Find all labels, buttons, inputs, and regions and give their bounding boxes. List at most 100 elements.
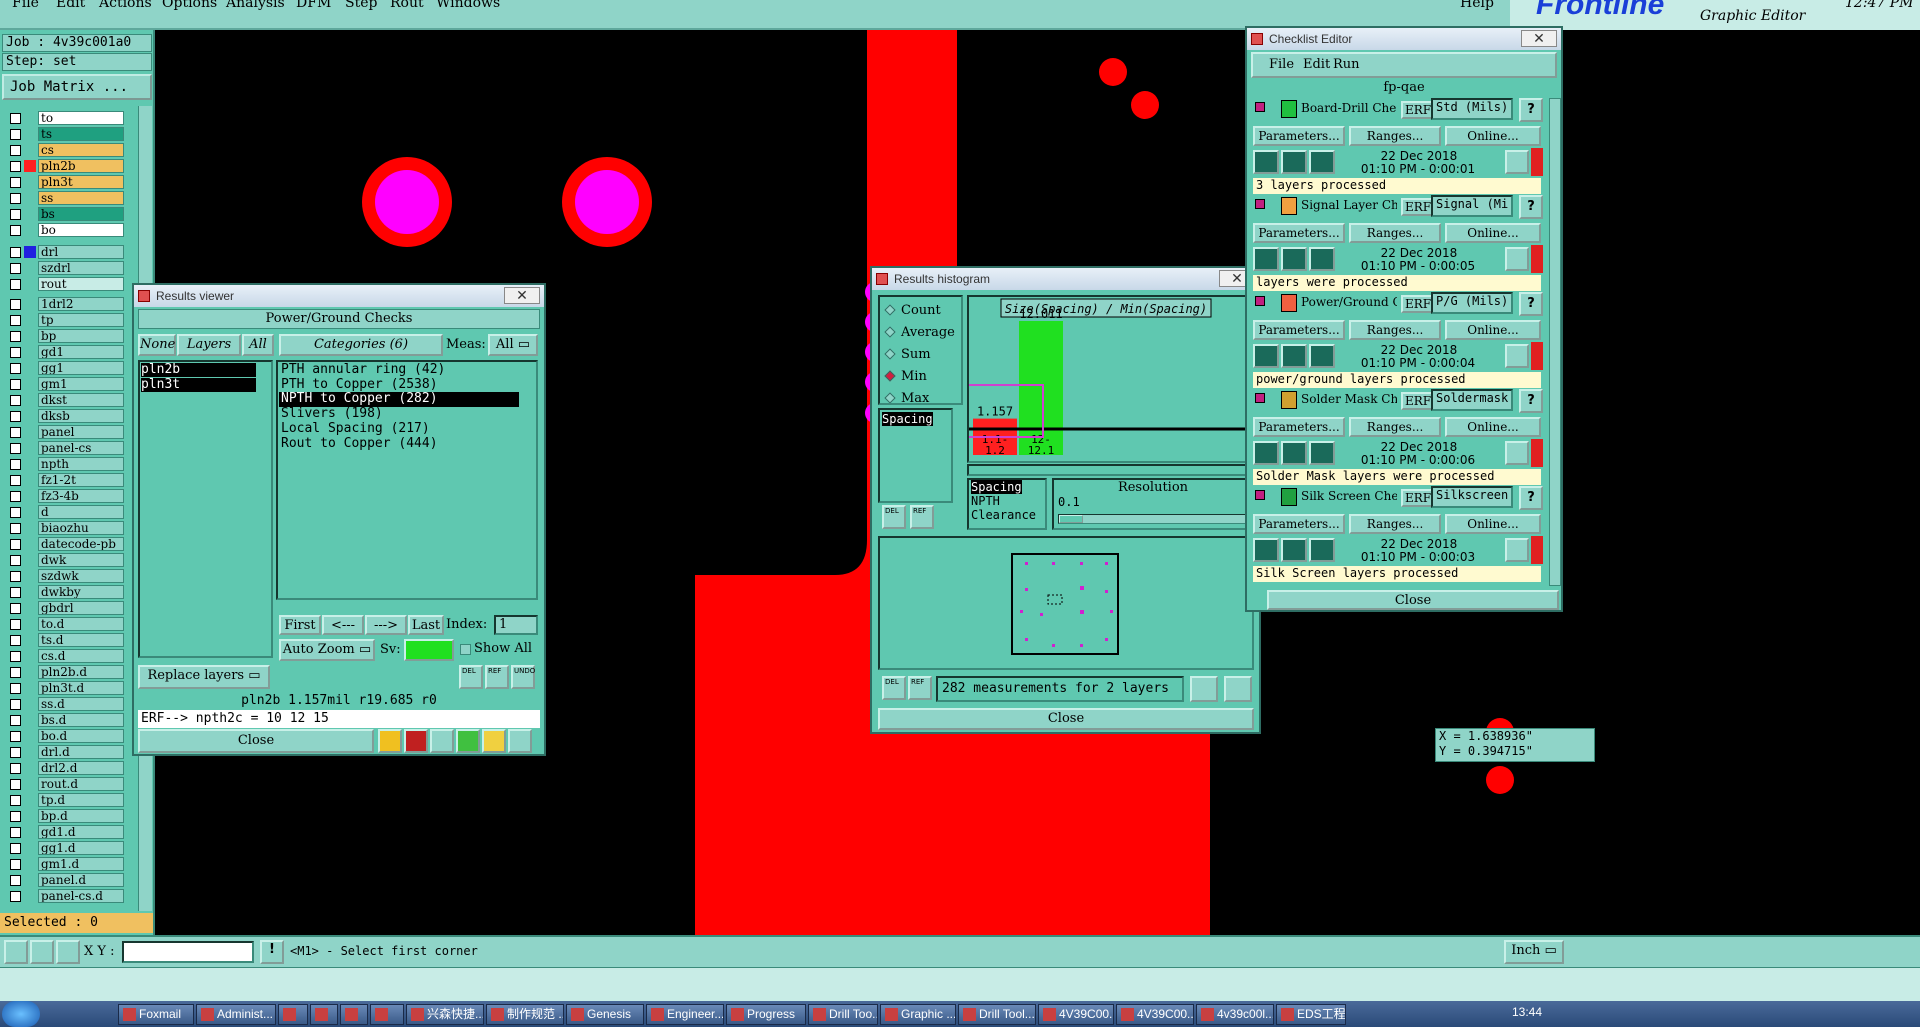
layer-checkbox[interactable] xyxy=(10,426,21,438)
category-item[interactable]: Rout to Copper (444) xyxy=(279,436,519,452)
layer-checkbox[interactable] xyxy=(10,746,21,758)
layer-color-swatch[interactable] xyxy=(24,506,36,518)
layer-checkbox[interactable] xyxy=(10,570,21,582)
ranges-button[interactable]: Ranges... xyxy=(1349,417,1441,437)
layer-checkbox[interactable] xyxy=(10,762,21,774)
replace-layers-dropdown[interactable]: Replace layers ▭ xyxy=(138,665,270,689)
online-button[interactable]: Online... xyxy=(1445,320,1541,340)
layer-checkbox[interactable] xyxy=(10,890,21,902)
taskbar-item[interactable]: Engineer... xyxy=(646,1004,724,1025)
del-button[interactable]: DEL xyxy=(882,505,906,529)
layer-checkbox[interactable] xyxy=(10,794,21,806)
run-step-icon[interactable] xyxy=(1309,441,1335,465)
layers-listbox[interactable]: pln2b pln3t xyxy=(138,360,273,658)
layer-name[interactable]: drl.d xyxy=(38,745,124,759)
layer-name[interactable]: panel-cs.d xyxy=(38,889,124,903)
layer-name[interactable]: gg1.d xyxy=(38,841,124,855)
category-item[interactable]: Local Spacing (217) xyxy=(279,421,519,437)
category-item[interactable]: Slivers (198) xyxy=(279,406,519,422)
run-step-icon[interactable] xyxy=(1309,247,1335,271)
category-item[interactable]: PTH annular ring (42) xyxy=(279,362,519,378)
run-all-icon[interactable] xyxy=(1281,441,1307,465)
parameters-button[interactable]: Parameters... xyxy=(1253,320,1345,340)
severity-color-dropdown[interactable] xyxy=(404,639,454,661)
layer-color-swatch[interactable] xyxy=(24,538,36,550)
layer-row[interactable]: rout.d xyxy=(4,776,126,792)
ref-button[interactable]: REF xyxy=(485,665,509,689)
layer-checkbox[interactable] xyxy=(10,346,21,358)
close-button[interactable]: Close xyxy=(878,708,1254,730)
run-all-icon[interactable] xyxy=(1281,247,1307,271)
menu-analysis[interactable]: Analysis xyxy=(226,0,285,11)
layer-checkbox[interactable] xyxy=(10,874,21,886)
layer-name[interactable]: bo.d xyxy=(38,729,124,743)
layer-row[interactable]: szdwk xyxy=(4,568,126,584)
layer-row[interactable]: datecode-pb xyxy=(4,536,126,552)
layer-name[interactable]: panel-cs xyxy=(38,441,124,455)
layer-color-swatch[interactable] xyxy=(24,246,36,258)
snap-icon[interactable] xyxy=(4,940,28,964)
layer-checkbox[interactable] xyxy=(10,278,21,290)
layer-checkbox[interactable] xyxy=(10,826,21,838)
category-item[interactable]: NPTH to Copper (282) xyxy=(279,392,519,408)
layer-color-swatch[interactable] xyxy=(24,874,36,886)
layer-checkbox[interactable] xyxy=(10,730,21,742)
layer-color-swatch[interactable] xyxy=(24,314,36,326)
layer-checkbox[interactable] xyxy=(10,522,21,534)
stat-radio-average[interactable]: Average xyxy=(884,323,955,341)
layer-checkbox[interactable] xyxy=(10,810,21,822)
layer-name[interactable]: drl xyxy=(38,245,124,259)
run-icon[interactable] xyxy=(1253,247,1279,271)
online-button[interactable]: Online... xyxy=(1445,514,1541,534)
layer-row[interactable]: ts xyxy=(4,126,126,142)
erf-dropdown[interactable]: Signal (Mi xyxy=(1431,195,1513,217)
layer-checkbox[interactable] xyxy=(10,618,21,630)
ref-button[interactable]: REF xyxy=(908,676,932,700)
taskbar-item[interactable]: Administ... xyxy=(196,1004,276,1025)
action-label[interactable]: Board-Drill Che xyxy=(1301,101,1397,115)
last-button[interactable]: Last xyxy=(408,615,444,635)
action-flag-icon[interactable] xyxy=(1255,296,1265,306)
layer-checkbox[interactable] xyxy=(10,394,21,406)
resolution-slider[interactable] xyxy=(1058,514,1248,524)
layer-color-swatch[interactable] xyxy=(24,176,36,188)
layer-checkbox[interactable] xyxy=(10,208,21,220)
taskbar-item[interactable]: 制作规范 ... xyxy=(486,1004,564,1025)
layer-row[interactable]: drl xyxy=(4,244,126,260)
ranges-button[interactable]: Ranges... xyxy=(1349,126,1441,146)
next-button[interactable]: ---> xyxy=(365,615,407,635)
layer-name[interactable]: tp xyxy=(38,313,124,327)
layer-name[interactable]: cs xyxy=(38,143,124,157)
layer-checkbox[interactable] xyxy=(10,602,21,614)
layer-checkbox[interactable] xyxy=(10,474,21,486)
help-icon[interactable]: ? xyxy=(1519,98,1543,122)
layer-name[interactable]: gbdrl xyxy=(38,601,124,615)
layer-checkbox[interactable] xyxy=(10,858,21,870)
layer-row[interactable]: rout xyxy=(4,276,126,292)
layer-color-swatch[interactable] xyxy=(24,474,36,486)
menu-actions[interactable]: Actions xyxy=(99,0,152,11)
parameters-button[interactable]: Parameters... xyxy=(1253,223,1345,243)
action-label[interactable]: Power/Ground C xyxy=(1301,295,1397,309)
layer-name[interactable]: 1drl2 xyxy=(38,297,124,311)
layer-name[interactable]: gg1 xyxy=(38,361,124,375)
layer-checkbox[interactable] xyxy=(10,160,21,172)
layer-row[interactable]: pln3t xyxy=(4,174,126,190)
layer-checkbox[interactable] xyxy=(10,246,21,258)
info-icon[interactable]: ! xyxy=(260,940,284,964)
layer-row[interactable]: szdrl xyxy=(4,260,126,276)
layer-row[interactable]: dwkby xyxy=(4,584,126,600)
layer-row[interactable]: drl.d xyxy=(4,744,126,760)
layer-name[interactable]: dwk xyxy=(38,553,124,567)
layer-name[interactable]: fz1-2t xyxy=(38,473,124,487)
layer-checkbox[interactable] xyxy=(10,778,21,790)
layer-name[interactable]: ts.d xyxy=(38,633,124,647)
erf-dropdown[interactable]: Soldermask xyxy=(1431,389,1513,411)
layer-color-swatch[interactable] xyxy=(24,378,36,390)
close-button[interactable]: Close xyxy=(138,729,374,753)
run-step-icon[interactable] xyxy=(1309,538,1335,562)
layer-checkbox[interactable] xyxy=(10,634,21,646)
layer-color-swatch[interactable] xyxy=(24,794,36,806)
layer-row[interactable]: bo.d xyxy=(4,728,126,744)
layer-color-swatch[interactable] xyxy=(24,112,36,124)
